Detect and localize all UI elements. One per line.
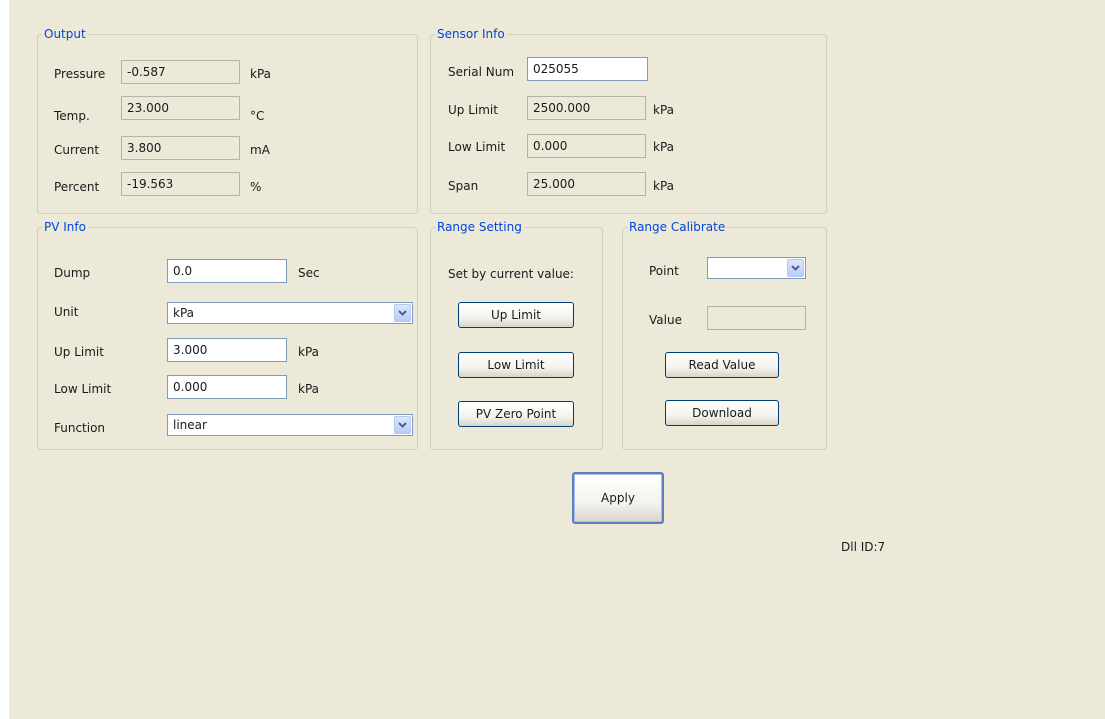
dump-field[interactable]: 0.0	[167, 259, 287, 283]
unit-select[interactable]: kPa	[167, 302, 413, 324]
pv-low-limit-field[interactable]: 0.000	[167, 375, 287, 399]
temp-value: 23.000	[121, 96, 240, 120]
pv-up-limit-label: Up Limit	[54, 345, 104, 359]
sensor-low-limit-label: Low Limit	[448, 140, 506, 154]
pressure-unit: kPa	[250, 67, 271, 81]
sensor-low-limit-unit: kPa	[653, 140, 674, 154]
output-group-title: Output	[44, 27, 86, 41]
unit-label: Unit	[54, 305, 79, 319]
span-unit: kPa	[653, 179, 674, 193]
range-setting-group-title: Range Setting	[437, 220, 522, 234]
chevron-down-icon[interactable]	[394, 304, 411, 322]
range-calibrate-group-title: Range Calibrate	[629, 220, 726, 234]
dump-unit: Sec	[298, 266, 320, 280]
pressure-value: -0.587	[121, 60, 240, 84]
dump-label: Dump	[54, 266, 91, 280]
span-value: 25.000	[527, 172, 646, 196]
sensor-up-limit-value: 2500.000	[527, 96, 646, 120]
calibrate-value-field	[707, 306, 806, 330]
pv-low-limit-unit: kPa	[298, 382, 319, 396]
percent-label: Percent	[54, 180, 100, 194]
settings-panel: Output Pressure -0.587 kPa Temp. 23.000 …	[9, 0, 1105, 719]
temp-label: Temp.	[54, 109, 90, 123]
read-value-button[interactable]: Read Value	[665, 352, 779, 378]
pressure-label: Pressure	[54, 67, 106, 81]
percent-unit: %	[250, 180, 262, 194]
function-label: Function	[54, 421, 106, 435]
sensor-up-limit-label: Up Limit	[448, 103, 498, 117]
chevron-down-icon[interactable]	[787, 259, 804, 277]
percent-value: -19.563	[121, 172, 240, 196]
range-setting-caption: Set by current value:	[448, 267, 574, 281]
sensor-low-limit-value: 0.000	[527, 134, 646, 158]
point-label: Point	[649, 264, 679, 278]
unit-select-value: kPa	[173, 306, 194, 320]
temp-unit: °C	[250, 109, 265, 123]
pv-low-limit-label: Low Limit	[54, 382, 112, 396]
serial-num-field[interactable]: 025055	[527, 57, 648, 81]
chevron-down-icon[interactable]	[394, 416, 411, 434]
apply-button[interactable]: Apply	[572, 472, 664, 524]
low-limit-button[interactable]: Low Limit	[458, 352, 574, 378]
function-select-value: linear	[173, 418, 207, 432]
function-select[interactable]: linear	[167, 414, 413, 436]
up-limit-button[interactable]: Up Limit	[458, 302, 574, 328]
sensor-up-limit-unit: kPa	[653, 103, 674, 117]
current-unit: mA	[250, 143, 270, 157]
pv-up-limit-unit: kPa	[298, 345, 319, 359]
span-label: Span	[448, 179, 479, 193]
current-label: Current	[54, 143, 100, 157]
value-label: Value	[649, 313, 682, 327]
download-button[interactable]: Download	[665, 400, 779, 426]
point-select[interactable]	[707, 257, 806, 279]
pv-up-limit-field[interactable]: 3.000	[167, 338, 287, 362]
pv-zero-point-button[interactable]: PV Zero Point	[458, 401, 574, 427]
serial-num-label: Serial Num	[448, 65, 515, 79]
current-value: 3.800	[121, 136, 240, 160]
dll-id-text: Dll ID:7	[841, 540, 886, 554]
pv-info-group-title: PV Info	[44, 220, 86, 234]
sensor-info-group-title: Sensor Info	[437, 27, 505, 41]
